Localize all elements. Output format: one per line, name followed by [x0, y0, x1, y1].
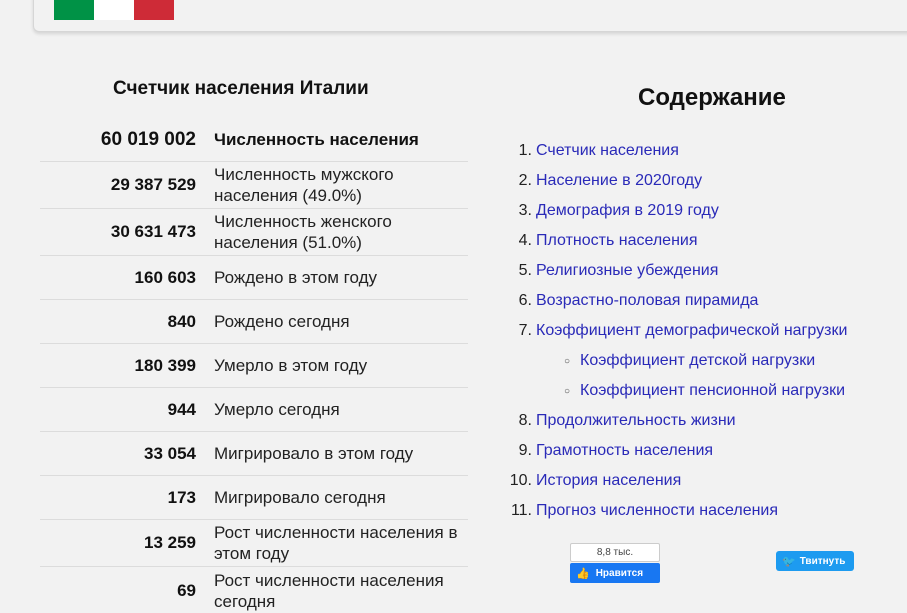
twitter-tweet-button[interactable]: 🐦 Твитнуть — [776, 551, 854, 571]
counter-row: 13 259 Рост численности населения в этом… — [40, 520, 468, 567]
counter-label: Умерло сегодня — [214, 400, 340, 419]
counter-label: Численность населения — [214, 130, 419, 149]
counter-value: 160 603 — [134, 267, 196, 287]
toc-link[interactable]: Продолжительность жизни — [536, 412, 736, 430]
counter-row: 944 Умерло сегодня — [40, 388, 468, 432]
toc-number: 10. — [509, 472, 532, 489]
twitter-tweet-label: Твитнуть — [799, 555, 846, 567]
counter-label: Рождено сегодня — [214, 312, 350, 331]
flag-stripe-white — [94, 0, 134, 20]
toc-item: 8. Продолжительность жизни — [500, 406, 900, 436]
toc-sublink[interactable]: Коэффициент пенсионной нагрузки — [580, 382, 845, 400]
counter-value: 69 — [177, 580, 196, 600]
toc-number: 1. — [518, 142, 532, 159]
toc-number: 2. — [518, 172, 532, 189]
toc-link[interactable]: Грамотность населения — [536, 442, 713, 460]
toc-link[interactable]: Коэффициент демографической нагрузки — [536, 322, 847, 340]
counter-row: 173 Мигрировало сегодня — [40, 476, 468, 520]
facebook-like-count: 8,8 тыс. — [570, 543, 660, 562]
counter-label: Рождено в этом году — [214, 268, 378, 287]
bullet-circle-icon: ○ — [564, 385, 571, 397]
flag-stripe-red — [134, 0, 174, 20]
counter-row: 160 603 Рождено в этом году — [40, 256, 468, 300]
toc-item: 2. Население в 2020году — [500, 166, 900, 196]
toc-number: 8. — [518, 412, 532, 429]
toc-number: 7. — [518, 322, 532, 339]
toc-subitem: ○ Коэффициент детской нагрузки — [500, 346, 900, 376]
toc-number: 3. — [518, 202, 532, 219]
table-of-contents: 1. Счетчик населения 2. Население в 2020… — [500, 136, 900, 526]
toc-item: 3. Демография в 2019 году — [500, 196, 900, 226]
counter-label: Численность мужского населения (49.0%) — [214, 165, 394, 205]
counter-value: 33 054 — [144, 443, 196, 463]
toc-sublink[interactable]: Коэффициент детской нагрузки — [580, 352, 815, 370]
counter-label: Численность женского населения (51.0%) — [214, 212, 392, 252]
counter-value: 180 399 — [134, 355, 196, 375]
toc-title: Содержание — [638, 84, 786, 111]
toc-item: 6. Возрастно-половая пирамида — [500, 286, 900, 316]
counter-row: 69 Рост численности населения сегодня — [40, 567, 468, 613]
counter-label: Умерло в этом году — [214, 356, 368, 375]
counter-value: 30 631 473 — [110, 222, 196, 241]
bullet-circle-icon: ○ — [564, 355, 571, 367]
toc-item: 10. История населения — [500, 466, 900, 496]
toc-item: 9. Грамотность населения — [500, 436, 900, 466]
counter-row: 60 019 002 Численность населения — [40, 118, 468, 162]
toc-number: 9. — [518, 442, 532, 459]
toc-link[interactable]: Счетчик населения — [536, 142, 679, 160]
flag-stripe-green — [54, 0, 94, 20]
toc-item: 5. Религиозные убеждения — [500, 256, 900, 286]
toc-item: 4. Плотность населения — [500, 226, 900, 256]
toc-link[interactable]: История населения — [536, 472, 681, 490]
toc-item: 11. Прогноз численности населения — [500, 496, 900, 526]
counter-row: 29 387 529 Численность мужского населени… — [40, 162, 468, 209]
toc-link[interactable]: Население в 2020году — [536, 172, 702, 190]
toc-number: 4. — [518, 232, 532, 249]
counter-value: 944 — [167, 399, 196, 419]
toc-link[interactable]: Религиозные убеждения — [536, 262, 718, 280]
counter-row: 180 399 Умерло в этом году — [40, 344, 468, 388]
counter-row: 30 631 473 Численность женского населени… — [40, 209, 468, 256]
population-counter-table: 60 019 002 Численность населения 29 387 … — [40, 118, 468, 613]
facebook-like-label: Нравится — [595, 567, 644, 579]
counter-value: 173 — [167, 487, 196, 507]
counter-value: 13 259 — [144, 533, 196, 552]
counter-value: 840 — [167, 311, 196, 331]
toc-number: 11. — [510, 502, 532, 519]
counter-label: Мигрировало сегодня — [214, 488, 386, 507]
toc-subitem: ○ Коэффициент пенсионной нагрузки — [500, 376, 900, 406]
toc-item: 7. Коэффициент демографической нагрузки — [500, 316, 900, 346]
toc-number: 6. — [518, 292, 532, 309]
toc-number: 5. — [518, 262, 532, 279]
counter-label: Рост численности населения сегодня — [214, 570, 444, 611]
toc-link[interactable]: Демография в 2019 году — [536, 202, 719, 220]
toc-link[interactable]: Плотность населения — [536, 232, 698, 250]
counter-title: Счетчик населения Италии — [113, 78, 369, 99]
counter-value: 29 387 529 — [110, 175, 196, 194]
thumbs-up-icon: 👍 — [576, 567, 590, 580]
toc-link[interactable]: Возрастно-половая пирамида — [536, 292, 758, 310]
counter-label: Рост численности населения в этом году — [214, 523, 458, 563]
counter-row: 840 Рождено сегодня — [40, 300, 468, 344]
counter-row: 33 054 Мигрировало в этом году — [40, 432, 468, 476]
counter-value: 60 019 002 — [100, 128, 196, 150]
counter-label: Мигрировало в этом году — [214, 444, 414, 463]
facebook-like-button[interactable]: 👍 Нравится — [570, 563, 660, 583]
toc-link[interactable]: Прогноз численности населения — [536, 502, 778, 520]
twitter-bird-icon: 🐦 — [782, 555, 796, 568]
toc-item: 1. Счетчик населения — [500, 136, 900, 166]
italy-flag-icon — [54, 0, 174, 20]
